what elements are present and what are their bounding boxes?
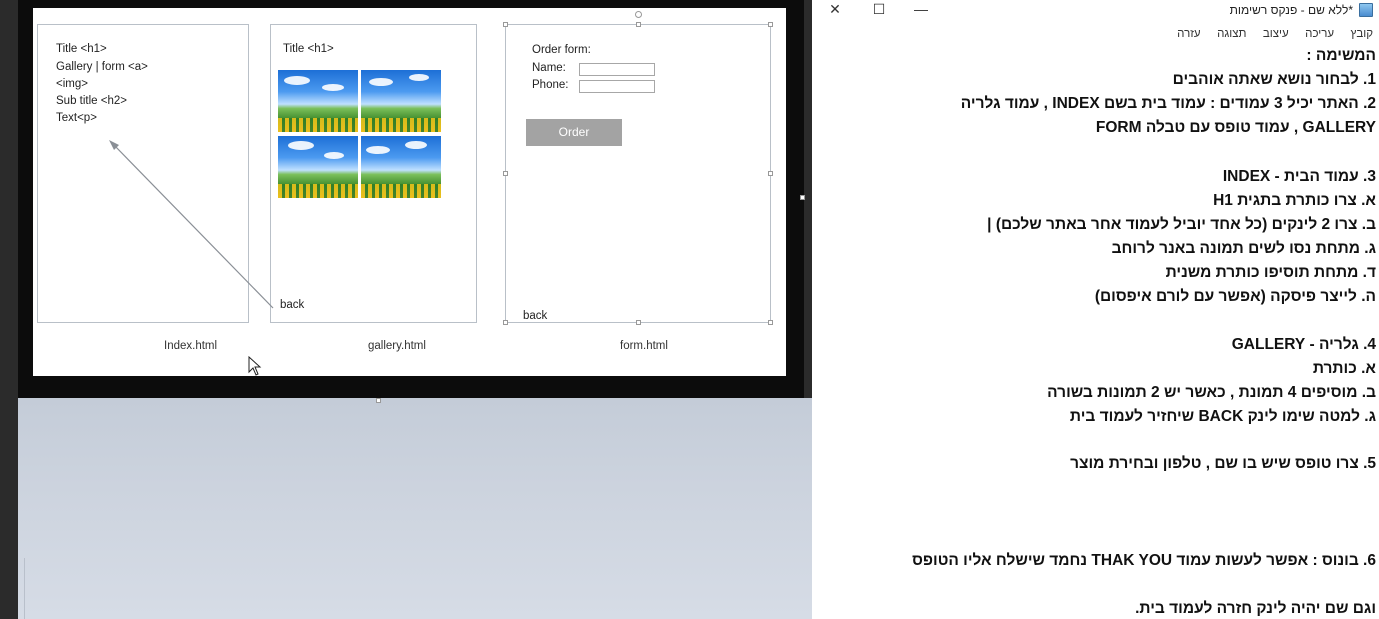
resize-handle[interactable] bbox=[768, 22, 773, 27]
menu-edit[interactable]: עריכה bbox=[1305, 28, 1334, 40]
resize-handle[interactable] bbox=[768, 171, 773, 176]
text-line: ה. לייצר פיסקה (אפשר עם לורם איפסום) bbox=[1094, 288, 1376, 305]
pane-handle[interactable] bbox=[376, 398, 381, 403]
gallery-image-2 bbox=[361, 70, 441, 132]
order-button: Order bbox=[526, 119, 622, 146]
form-back-link: back bbox=[523, 310, 548, 322]
rotate-handle[interactable] bbox=[635, 11, 642, 18]
mouse-cursor-icon bbox=[248, 356, 262, 376]
form-phone-field bbox=[579, 80, 655, 93]
window-title: *ללא שם - פנקס רשימות bbox=[1229, 3, 1353, 17]
text-line: 4. גלריה - GALLERY bbox=[1231, 336, 1376, 353]
form-wireframe: Order form: Name: Phone: Order back bbox=[503, 11, 773, 325]
form-phone-label: Phone: bbox=[532, 79, 569, 91]
text-line: המשימה : bbox=[1306, 47, 1376, 64]
text-editor[interactable]: המשימה : 1. לבחור נושא שאתה אוהבים 2. הא… bbox=[812, 42, 1379, 619]
resize-handle[interactable] bbox=[636, 320, 641, 325]
pane-handle[interactable] bbox=[800, 195, 805, 200]
index-line-2: Gallery | form <a> bbox=[56, 61, 148, 73]
text-line: ד. מתחת תוסיפו כותרת משנית bbox=[1165, 264, 1376, 281]
menu-format[interactable]: עיצוב bbox=[1263, 28, 1289, 40]
index-line-5: Text<p> bbox=[56, 112, 97, 124]
index-line-4: Sub title <h2> bbox=[56, 95, 127, 107]
text-line: 1. לבחור נושא שאתה אוהבים bbox=[1172, 71, 1376, 88]
text-line: GALLERY , עמוד טופס עם טבלה FORM bbox=[1095, 119, 1376, 136]
text-line: א. כותרת bbox=[1312, 360, 1376, 377]
minimize-button[interactable]: — bbox=[898, 0, 944, 20]
menu-bar: קובץ עריכה עיצוב תצוגה עזרה bbox=[812, 24, 1379, 42]
text-line: ב. מוסיפים 4 תמונת , כאשר יש 2 תמונות בש… bbox=[1047, 384, 1376, 401]
text-line: א. צרו כותרת בתגית H1 bbox=[1213, 192, 1376, 209]
slide[interactable]: Title <h1> Gallery | form <a> <img> Sub … bbox=[33, 8, 786, 376]
title-bar: ✕ ☐ — *ללא שם - פנקס רשימות bbox=[812, 0, 1379, 22]
resize-handle[interactable] bbox=[503, 22, 508, 27]
menu-view[interactable]: תצוגה bbox=[1217, 28, 1246, 40]
caption-gallery: gallery.html bbox=[368, 340, 426, 352]
slide-workspace bbox=[18, 398, 812, 619]
text-line: ג. מתחת נסו לשים תמונה באנר לרוחב bbox=[1111, 240, 1376, 257]
text-line: 5. צרו טופס שיש בו שם , טלפון ובחירת מוצ… bbox=[1070, 455, 1376, 472]
menu-help[interactable]: עזרה bbox=[1177, 28, 1201, 40]
notepad-window: ✕ ☐ — *ללא שם - פנקס רשימות קובץ עריכה ע… bbox=[812, 0, 1379, 619]
resize-handle[interactable] bbox=[636, 22, 641, 27]
gallery-image-3 bbox=[278, 136, 358, 198]
presentation-area: Title <h1> Gallery | form <a> <img> Sub … bbox=[0, 0, 812, 619]
index-wireframe: Title <h1> Gallery | form <a> <img> Sub … bbox=[37, 24, 249, 323]
caption-form: form.html bbox=[620, 340, 668, 352]
caption-index: Index.html bbox=[164, 340, 218, 352]
gallery-title: Title <h1> bbox=[283, 43, 334, 55]
index-line-3: <img> bbox=[56, 78, 88, 90]
gallery-wireframe: Title <h1> back bbox=[270, 24, 477, 323]
close-button[interactable]: ✕ bbox=[812, 0, 858, 20]
text-line: 2. האתר יכיל 3 עמודים : עמוד בית בשם IND… bbox=[960, 95, 1376, 112]
resize-handle[interactable] bbox=[503, 171, 508, 176]
form-name-field bbox=[579, 63, 655, 76]
maximize-button[interactable]: ☐ bbox=[856, 0, 902, 20]
text-line: 3. עמוד הבית - INDEX bbox=[1222, 168, 1376, 185]
gallery-image-1 bbox=[278, 70, 358, 132]
gallery-image-4 bbox=[361, 136, 441, 198]
text-line: 6. בונוס : אפשר לעשות עמוד THAK YOU נחמד… bbox=[912, 552, 1376, 569]
form-title: Order form: bbox=[532, 44, 591, 56]
text-line: ב. צרו 2 לינקים (כל אחד יוביל לעמוד אחר … bbox=[987, 216, 1376, 233]
resize-handle[interactable] bbox=[768, 320, 773, 325]
index-line-1: Title <h1> bbox=[56, 43, 107, 55]
menu-file[interactable]: קובץ bbox=[1351, 28, 1373, 40]
resize-handle[interactable] bbox=[503, 320, 508, 325]
text-line: ג. למטה שימו לינק BACK שיחזיר לעמוד בית bbox=[1069, 408, 1376, 425]
text-line: וגם שם יהיה לינק חזרה לעמוד בית. bbox=[1135, 600, 1376, 617]
notepad-icon bbox=[1359, 3, 1373, 17]
form-name-label: Name: bbox=[532, 62, 566, 74]
gallery-back-link: back bbox=[280, 299, 305, 311]
